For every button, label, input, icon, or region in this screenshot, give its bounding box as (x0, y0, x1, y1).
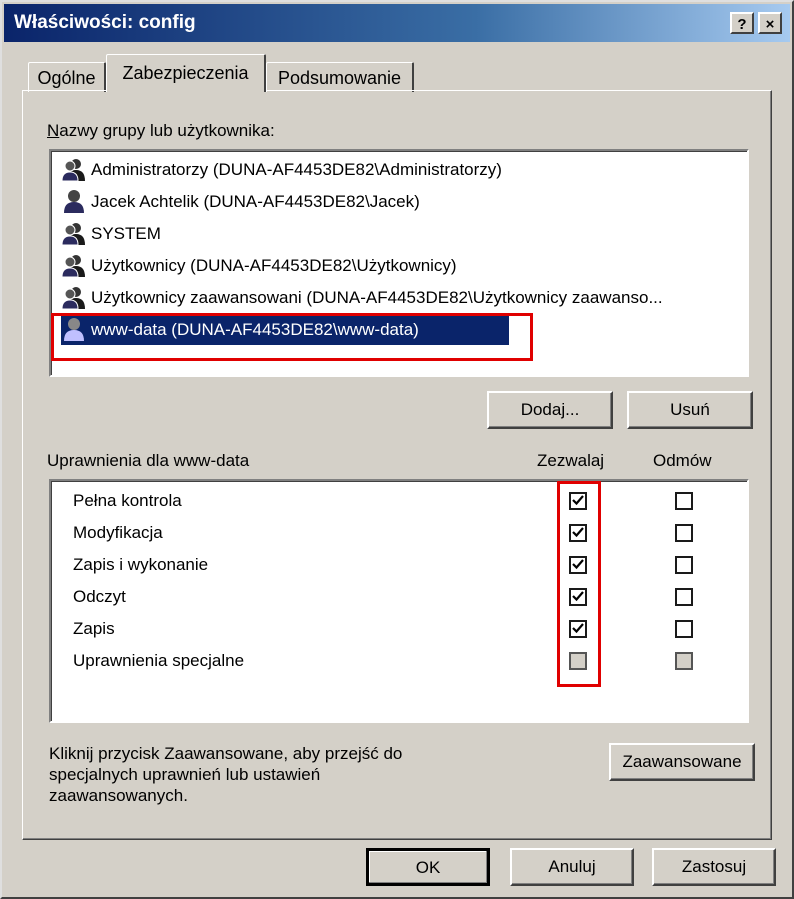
deny-column-header: Odmów (653, 451, 712, 470)
deny-write-checkbox[interactable] (675, 620, 693, 638)
add-button[interactable]: Dodaj... (487, 391, 613, 429)
groups-label-text: azwy grupy lub użytkownika: (59, 121, 275, 140)
deny-read-checkbox[interactable] (675, 588, 693, 606)
advanced-button[interactable]: Zaawansowane (609, 743, 755, 781)
title-bar[interactable]: Właściwości: config ? × (4, 4, 790, 42)
list-item-label: Jacek Achtelik (DUNA-AF4453DE82\Jacek) (91, 192, 420, 211)
tab-general-label: Ogólne (37, 68, 96, 88)
list-item-label: Administratorzy (DUNA-AF4453DE82\Adminis… (91, 160, 502, 179)
list-item[interactable]: Jacek Achtelik (DUNA-AF4453DE82\Jacek) (61, 187, 761, 217)
deny-write-execute-checkbox[interactable] (675, 556, 693, 574)
group-icon (61, 253, 87, 278)
properties-dialog: Właściwości: config ? × Ogólne Zabezpiec… (0, 0, 794, 899)
allow-column-header: Zezwalaj (537, 451, 605, 470)
cancel-button-label: Anuluj (548, 857, 596, 876)
advanced-button-label: Zaawansowane (622, 752, 742, 771)
user-icon (61, 189, 87, 214)
list-item-label: SYSTEM (91, 224, 161, 243)
list-item[interactable]: Administratorzy (DUNA-AF4453DE82\Adminis… (61, 155, 761, 185)
list-item-label: Użytkownicy zaawansowani (DUNA-AF4453DE8… (91, 288, 663, 307)
permissions-label: Uprawnienia dla www-data (47, 451, 250, 470)
list-item[interactable]: Użytkownicy (DUNA-AF4453DE82\Użytkownicy… (61, 251, 761, 281)
tab-general[interactable]: Ogólne (28, 62, 106, 92)
permissions-list[interactable]: Pełna kontrola Modyfikacja Zapis i wykon… (49, 479, 749, 723)
list-item[interactable]: Użytkownicy zaawansowani (DUNA-AF4453DE8… (61, 283, 761, 313)
advanced-help-line: specjalnych uprawnień lub ustawień (49, 765, 321, 784)
permission-row: Odczyt (73, 587, 126, 606)
ok-button[interactable]: OK (366, 848, 490, 886)
tab-summary-label: Podsumowanie (277, 68, 402, 88)
permission-row: Modyfikacja (73, 523, 163, 542)
tab-security[interactable]: Zabezpieczenia (106, 54, 266, 92)
group-icon (61, 221, 87, 246)
advanced-help-line: zaawansowanych. (49, 786, 188, 805)
allow-column-highlight-box (557, 481, 601, 687)
permission-row: Zapis (73, 619, 115, 638)
add-button-label: Dodaj... (520, 400, 580, 419)
apply-button[interactable]: Zastosuj (652, 848, 776, 886)
group-icon (61, 157, 87, 182)
permission-row: Pełna kontrola (73, 491, 182, 510)
advanced-help-text: Kliknij przycisk Zaawansowane, aby przej… (49, 743, 402, 806)
deny-modify-checkbox[interactable] (675, 524, 693, 542)
close-button[interactable]: × (758, 12, 782, 34)
deny-special-checkbox (675, 652, 693, 670)
cancel-button[interactable]: Anuluj (510, 848, 634, 886)
remove-button-label: Usuń (670, 400, 710, 419)
remove-button[interactable]: Usuń (627, 391, 753, 429)
group-icon (61, 285, 87, 310)
apply-button-label: Zastosuj (681, 857, 747, 876)
selection-highlight-box (51, 313, 533, 361)
permission-row: Uprawnienia specjalne (73, 651, 245, 670)
advanced-help-line: Kliknij przycisk Zaawansowane, aby przej… (49, 744, 403, 763)
permission-row: Zapis i wykonanie (73, 555, 209, 574)
list-item-label: Użytkownicy (DUNA-AF4453DE82\Użytkownicy… (91, 256, 457, 275)
ok-button-label: OK (415, 858, 441, 877)
deny-full-control-checkbox[interactable] (675, 492, 693, 510)
tab-summary[interactable]: Podsumowanie (266, 62, 414, 92)
groups-label: Nazwy grupy lub użytkownika: (47, 121, 275, 140)
security-panel: Nazwy grupy lub użytkownika: Administrat… (22, 90, 772, 840)
tab-security-label: Zabezpieczenia (122, 63, 249, 83)
list-item[interactable]: SYSTEM (61, 219, 761, 249)
help-button[interactable]: ? (730, 12, 754, 34)
window-title: Właściwości: config (14, 12, 196, 33)
